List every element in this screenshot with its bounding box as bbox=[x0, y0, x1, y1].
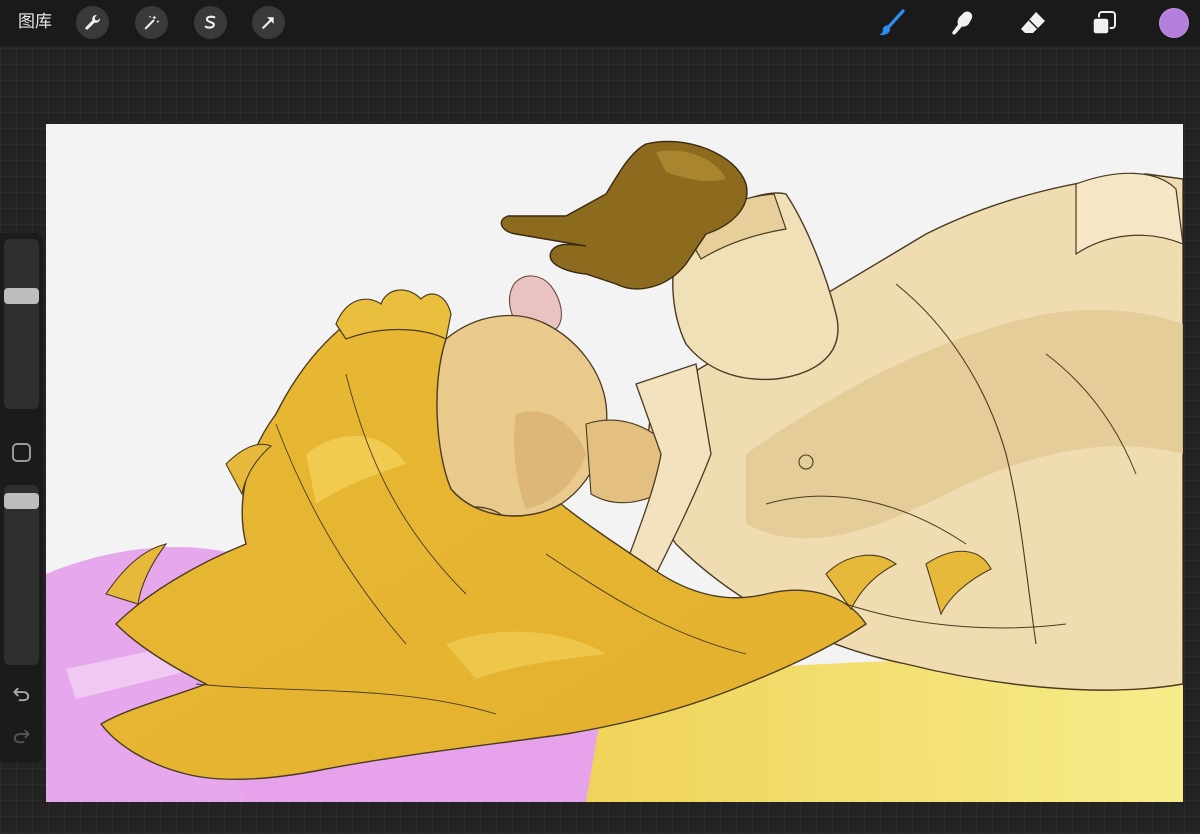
brush-icon bbox=[879, 9, 905, 35]
layers-tool-button[interactable] bbox=[1087, 6, 1121, 40]
opacity-slider-thumb[interactable] bbox=[4, 493, 39, 509]
undo-icon[interactable] bbox=[11, 683, 32, 704]
selection-button[interactable] bbox=[194, 6, 227, 39]
opacity-slider[interactable] bbox=[4, 485, 39, 665]
brush-size-slider-thumb[interactable] bbox=[4, 288, 39, 304]
smudge-tool-button[interactable] bbox=[945, 6, 979, 40]
top-toolbar: 图库 bbox=[0, 0, 1200, 46]
smudge-finger-icon bbox=[952, 11, 973, 35]
eraser-icon bbox=[1021, 12, 1045, 33]
selection-s-icon bbox=[204, 15, 216, 29]
brush-size-slider[interactable] bbox=[4, 239, 39, 409]
artwork bbox=[46, 140, 1183, 802]
left-sidebar bbox=[0, 233, 43, 763]
modify-square-icon[interactable] bbox=[12, 443, 31, 462]
redo-icon[interactable] bbox=[11, 725, 32, 746]
adjustments-button[interactable] bbox=[135, 6, 168, 39]
brush-tool-button[interactable] bbox=[874, 6, 908, 40]
layers-icon bbox=[1092, 11, 1116, 35]
gallery-button[interactable]: 图库 bbox=[18, 11, 52, 33]
color-swatch-button[interactable] bbox=[1159, 8, 1189, 38]
wrench-icon bbox=[85, 15, 100, 30]
magic-wand-icon bbox=[144, 15, 160, 30]
transform-button[interactable] bbox=[252, 6, 285, 39]
eraser-tool-button[interactable] bbox=[1016, 6, 1050, 40]
drawing-canvas[interactable] bbox=[46, 124, 1183, 802]
actions-button[interactable] bbox=[76, 6, 109, 39]
arrow-cursor-icon bbox=[262, 17, 274, 29]
